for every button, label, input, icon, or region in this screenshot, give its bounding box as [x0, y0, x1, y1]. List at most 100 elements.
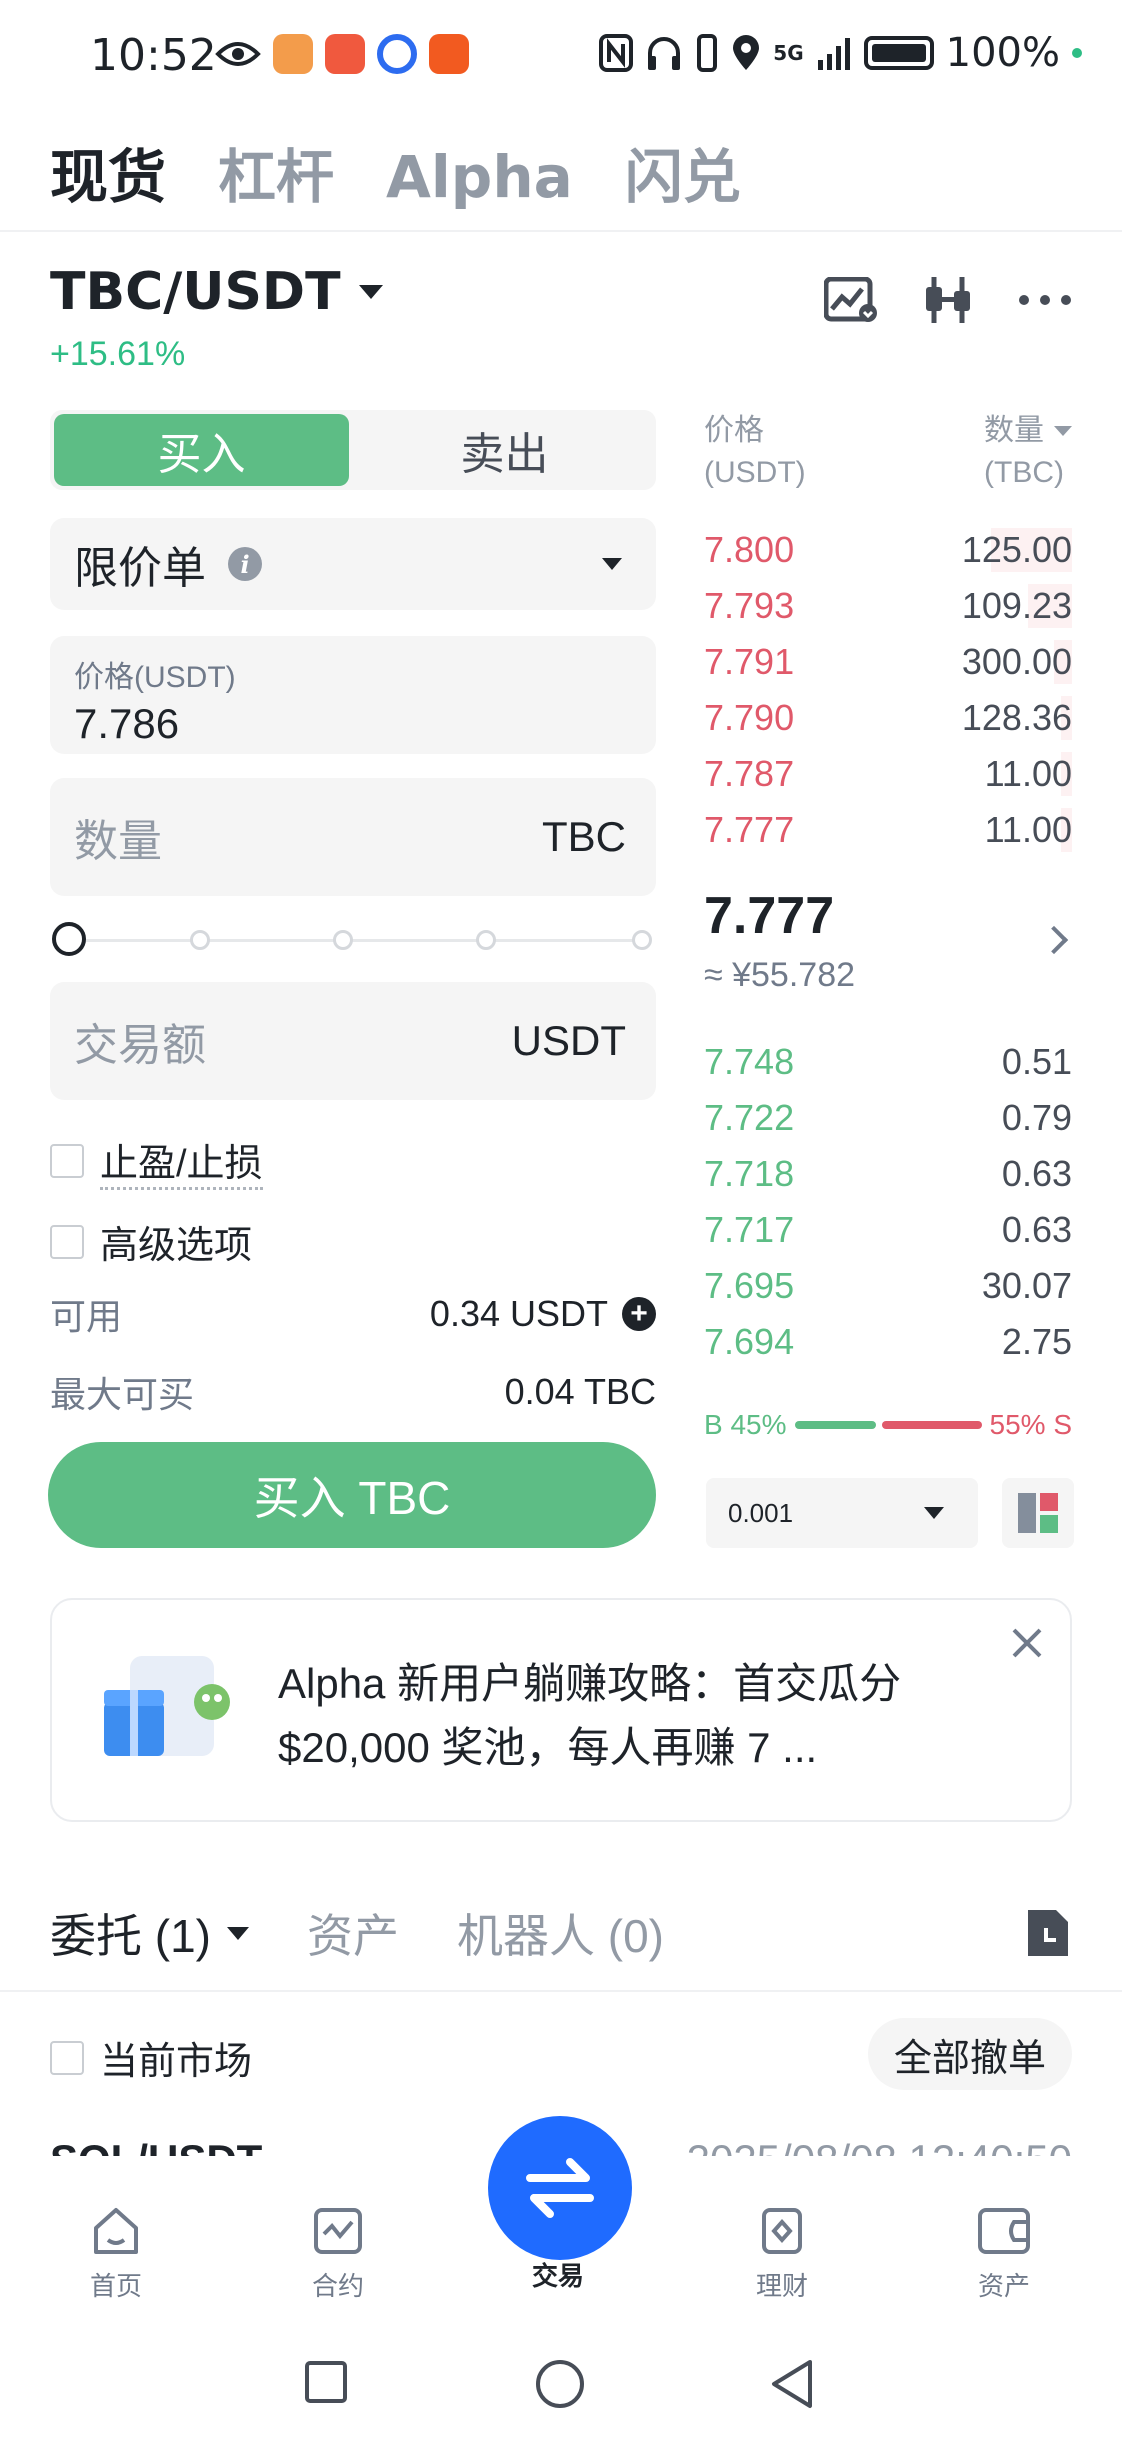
tab-convert[interactable]: 闪兑 [625, 130, 741, 214]
candlestick-icon[interactable] [922, 275, 974, 325]
info-icon[interactable]: i [228, 547, 262, 581]
current-market-checkbox[interactable] [50, 2040, 84, 2075]
header-actions [824, 275, 1072, 325]
order-type-select[interactable]: 限价单 i [50, 518, 656, 610]
ask-row[interactable]: 7.800 125.00 [704, 522, 1072, 578]
max-buy-label: 最大可买 [50, 1374, 195, 1415]
slider-tick-25[interactable] [190, 930, 210, 950]
bid-row[interactable]: 7.718 0.63 [704, 1146, 1072, 1202]
ask-row[interactable]: 7.790 128.36 [704, 690, 1072, 746]
ask-row[interactable]: 7.777 11.00 [704, 802, 1072, 858]
orderbook-qty-header: 数量 [984, 414, 1044, 447]
bid-row[interactable]: 7.717 0.63 [704, 1202, 1072, 1258]
bid-row[interactable]: 7.694 2.75 [704, 1314, 1072, 1370]
ask-price: 7.777 [704, 809, 795, 850]
nav-trade[interactable]: 交易 [498, 2256, 618, 2293]
ask-row[interactable]: 7.787 11.00 [704, 746, 1072, 802]
last-price-cny: ≈ ¥55.782 [704, 956, 856, 994]
tp-sl-option[interactable]: 止盈/止损 [50, 1132, 263, 1190]
tab-orders[interactable]: 委托 (1) [50, 1900, 249, 1966]
orderbook-layout-button[interactable] [1002, 1478, 1074, 1548]
ask-qty: 125.00 [961, 529, 1072, 570]
last-price[interactable]: 7.777 [704, 886, 834, 946]
more-icon[interactable] [1018, 294, 1072, 306]
tab-margin[interactable]: 杠杆 [218, 130, 334, 214]
nav-futures-label: 合约 [311, 2271, 364, 2301]
tab-bots[interactable]: 机器人 (0) [457, 1900, 664, 1966]
chevron-right-icon[interactable] [1039, 925, 1069, 955]
buy-tab[interactable]: 买入 [54, 414, 349, 486]
vibrate-icon [697, 34, 718, 72]
current-market-filter[interactable]: 当前市场 [50, 2030, 252, 2085]
location-icon [733, 35, 760, 70]
bid-row[interactable]: 7.722 0.79 [704, 1090, 1072, 1146]
tab-alpha[interactable]: Alpha [386, 143, 573, 211]
close-icon[interactable] [1010, 1626, 1044, 1660]
trade-fab-button[interactable] [488, 2116, 632, 2260]
tab-assets[interactable]: 资产 [307, 1900, 399, 1966]
ask-qty: 109.23 [961, 585, 1072, 626]
bid-price: 7.695 [704, 1265, 795, 1306]
slider-tick-100[interactable] [632, 930, 652, 950]
slider-knob[interactable] [52, 922, 86, 956]
advanced-checkbox[interactable] [50, 1224, 84, 1259]
precision-select[interactable]: 0.001 [706, 1478, 978, 1548]
app-icon-blue [377, 34, 417, 74]
home-button-icon[interactable] [534, 2358, 586, 2410]
quantity-unit: TBC [542, 813, 626, 860]
price-input[interactable]: 价格(USDT) 7.786 [50, 636, 656, 754]
orderbook-qty-unit: (TBC) [984, 456, 1064, 489]
nav-assets-label: 资产 [977, 2271, 1030, 2301]
amount-input[interactable]: 交易额 USDT [50, 982, 656, 1100]
ask-row[interactable]: 7.793 109.23 [704, 578, 1072, 634]
tab-spot[interactable]: 现货 [50, 130, 166, 214]
sell-tab[interactable]: 卖出 [357, 414, 652, 486]
market-type-tabs: 现货 杠杆 Alpha 闪兑 [50, 130, 741, 214]
recent-apps-icon[interactable] [304, 2360, 348, 2404]
bid-qty: 0.63 [1001, 1209, 1072, 1250]
promo-banner[interactable]: Alpha 新用户躺赚攻略：首交瓜分 $20,000 奖池，每人再赚 7 ... [50, 1598, 1072, 1822]
app-icon-orange [273, 34, 313, 74]
tp-sl-label: 止盈/止损 [100, 1132, 263, 1190]
quantity-placeholder: 数量 [74, 817, 162, 866]
nav-futures[interactable]: 合约 [278, 2206, 398, 2303]
headphones-icon [648, 37, 681, 70]
chevron-down-icon [602, 558, 622, 570]
slider-tick-75[interactable] [476, 930, 496, 950]
battery-percent: 100% [945, 30, 1060, 76]
nav-home[interactable]: 首页 [56, 2206, 176, 2303]
cancel-all-button[interactable]: 全部撤单 [867, 2018, 1072, 2090]
nav-earn[interactable]: 理财 [722, 2206, 842, 2303]
app-icon-taobao [429, 34, 469, 74]
gift-icon [104, 1656, 230, 1756]
available-label: 可用 [50, 1296, 123, 1337]
tp-sl-checkbox[interactable] [50, 1144, 84, 1178]
ask-price: 7.790 [704, 697, 795, 738]
price-input-value: 7.786 [74, 700, 180, 747]
orderbook-header: 价格 (USDT) 数量 (TBC) [704, 410, 1072, 494]
advanced-option[interactable]: 高级选项 [50, 1214, 252, 1269]
orderbook-qty-header-group[interactable]: 数量 (TBC) [984, 410, 1072, 494]
orders-divider [0, 1990, 1122, 1992]
slider-tick-50[interactable] [333, 930, 353, 950]
nav-assets[interactable]: 资产 [944, 2206, 1064, 2303]
plus-circle-icon[interactable]: + [622, 1297, 656, 1331]
chart-icon[interactable] [824, 277, 878, 323]
quantity-input[interactable]: 数量 TBC [50, 778, 656, 896]
amount-slider[interactable] [52, 922, 652, 958]
available-value: 0.34 USDT [429, 1293, 608, 1334]
signal-icon [817, 38, 850, 70]
bid-row[interactable]: 7.695 30.07 [704, 1258, 1072, 1314]
order-history-icon[interactable] [1024, 1906, 1072, 1960]
swap-icon [526, 2158, 594, 2218]
current-market-label: 当前市场 [100, 2041, 253, 2083]
ratio-buy-segment [794, 1421, 876, 1429]
pair-selector[interactable]: TBC/USDT [50, 262, 383, 322]
privacy-dot [1072, 48, 1082, 58]
buy-submit-button[interactable]: 买入 TBC [48, 1442, 656, 1548]
ask-row[interactable]: 7.791 300.00 [704, 634, 1072, 690]
app-icon-red [325, 34, 365, 74]
bid-qty: 0.63 [1001, 1153, 1072, 1194]
bid-row[interactable]: 7.748 0.51 [704, 1034, 1072, 1090]
back-icon[interactable] [768, 2358, 816, 2410]
